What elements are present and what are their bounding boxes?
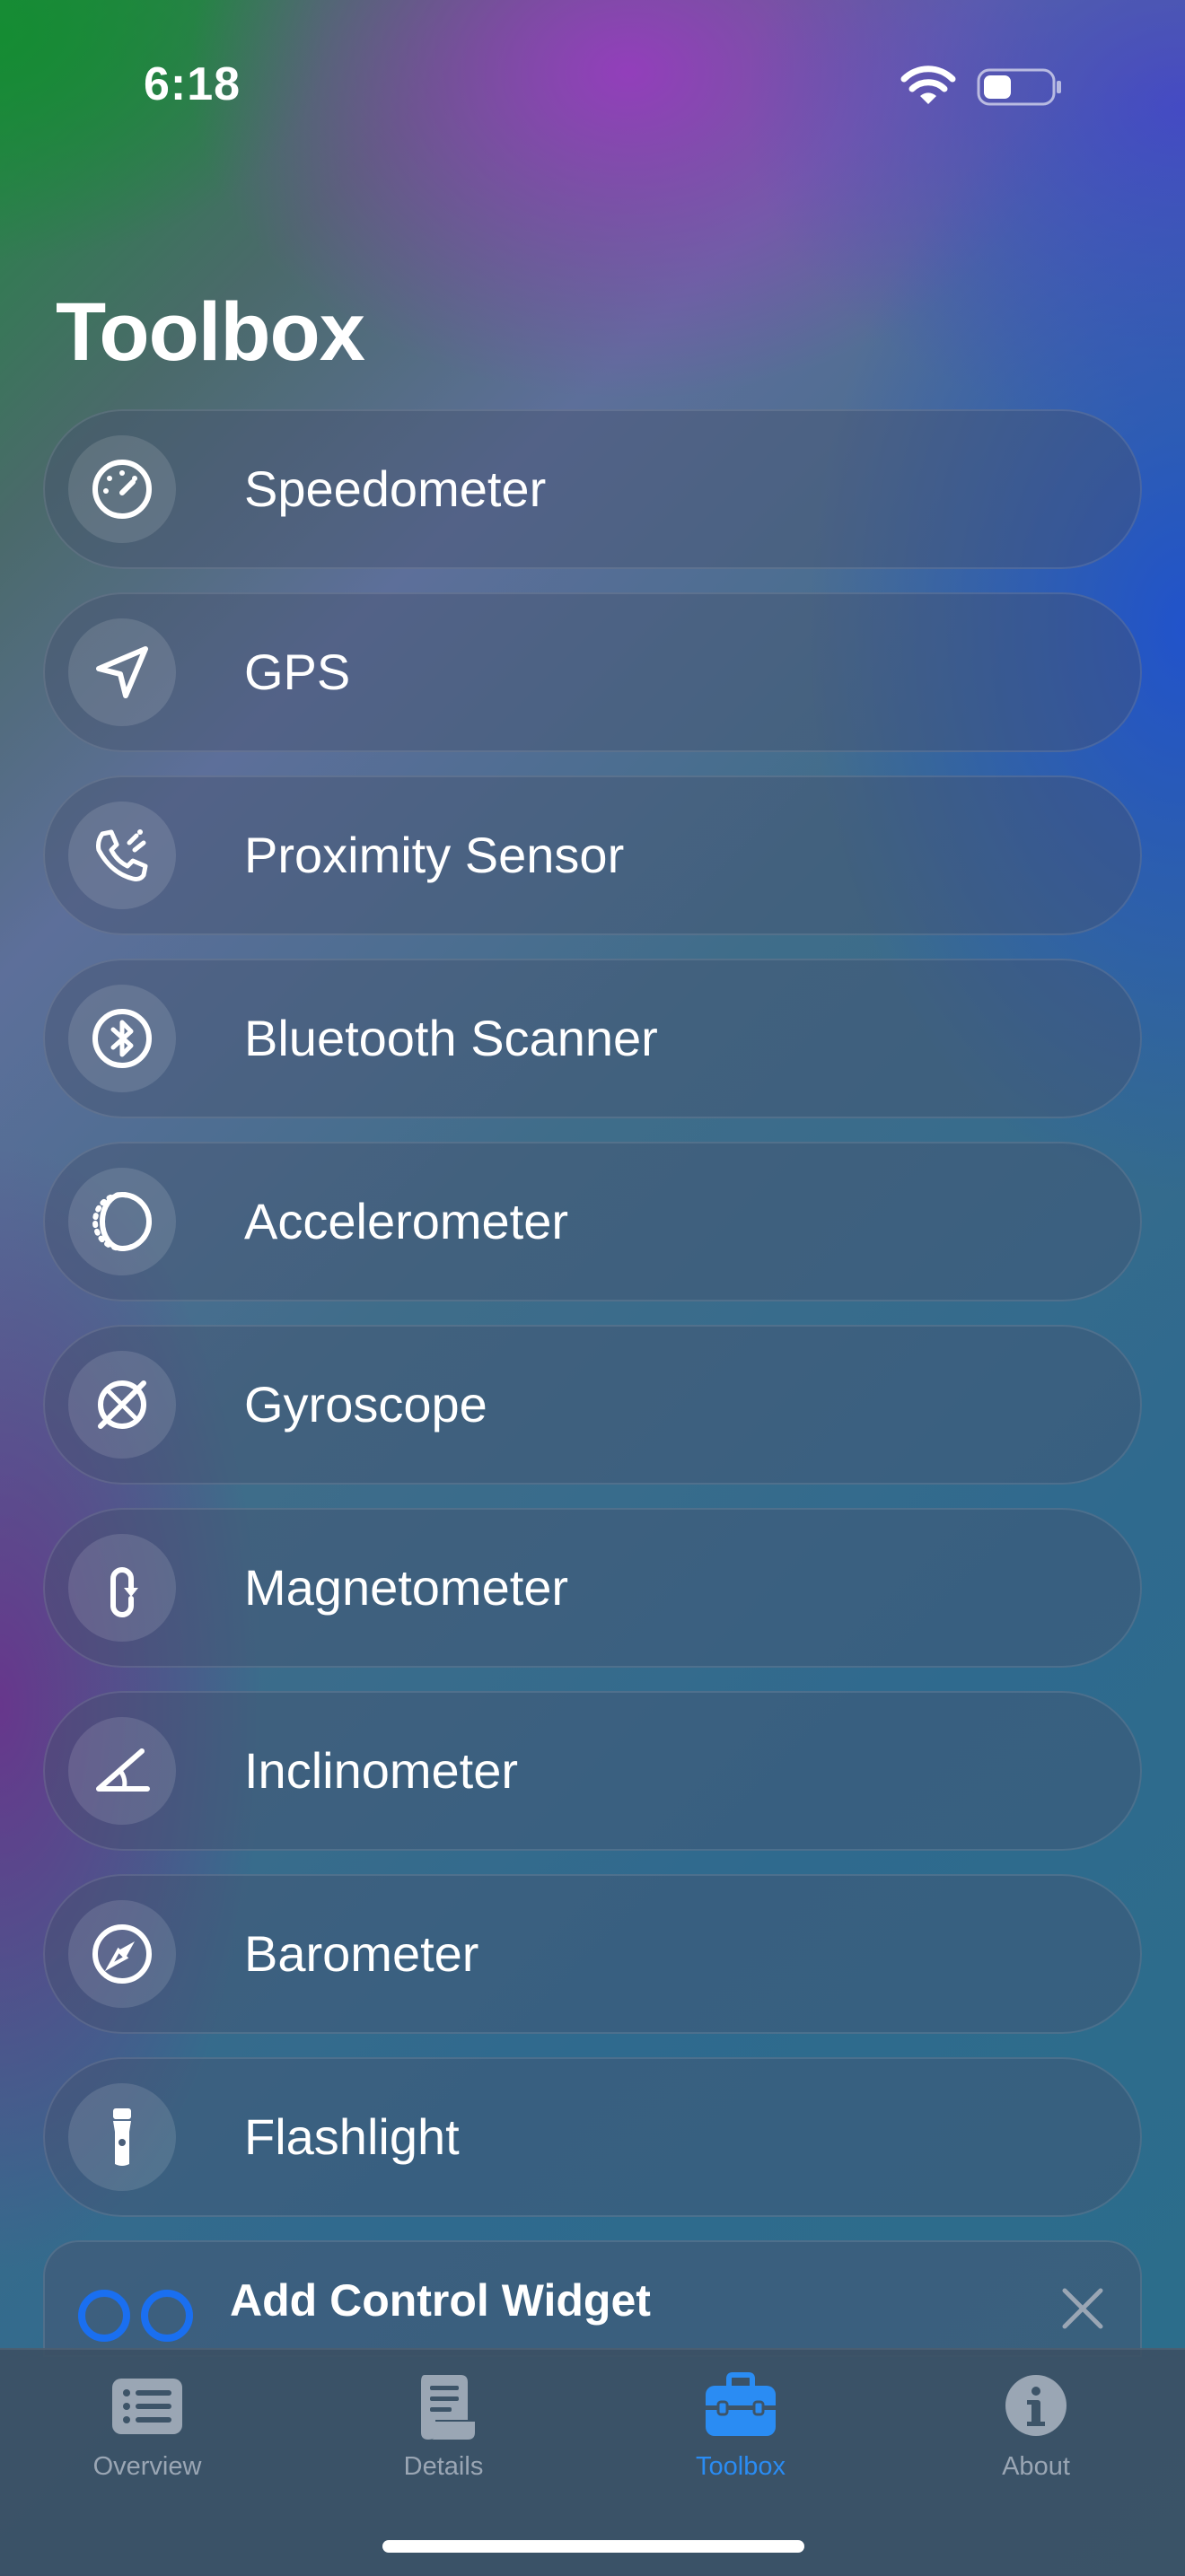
home-indicator[interactable] (382, 2540, 804, 2553)
flashlight-icon (68, 2083, 176, 2191)
add-control-widget-banner[interactable]: Add Control Widget (43, 2240, 1142, 2357)
tool-label: Speedometer (244, 460, 547, 517)
tool-label: GPS (244, 644, 351, 700)
battery-icon (977, 68, 1061, 106)
speedometer-icon (68, 435, 176, 543)
tool-row-barometer[interactable]: Barometer (43, 1874, 1142, 2034)
tab-details[interactable]: Details (354, 2370, 533, 2495)
bluetooth-icon (68, 985, 176, 1092)
tool-row-accelerometer[interactable]: Accelerometer (43, 1142, 1142, 1301)
tool-row-gyroscope[interactable]: Gyroscope (43, 1325, 1142, 1485)
tab-toolbox[interactable]: Toolbox (651, 2370, 830, 2495)
rotate-arrow-icon (68, 1534, 176, 1642)
tab-label: Overview (92, 2452, 202, 2481)
close-icon[interactable] (1059, 2285, 1106, 2332)
tool-label: Accelerometer (244, 1193, 569, 1249)
tab-label: About (1002, 2452, 1070, 2481)
widget-banner-label: Add Control Widget (230, 2275, 651, 2326)
angle-icon (68, 1717, 176, 1825)
location-arrow-icon (68, 618, 176, 726)
scroll-icon (421, 2375, 475, 2440)
info-icon (1005, 2375, 1066, 2436)
tab-label: Toolbox (696, 2452, 786, 2481)
status-bar: 6:18 (0, 0, 1185, 162)
gyroscope-icon (68, 1351, 176, 1459)
tool-row-flashlight[interactable]: Flashlight (43, 2057, 1142, 2217)
tool-label: Barometer (244, 1925, 479, 1982)
tool-label: Magnetometer (244, 1559, 569, 1616)
dotted-circle-icon (68, 1168, 176, 1275)
page-title: Toolbox (56, 286, 365, 378)
tool-label: Flashlight (244, 2108, 460, 2165)
phone-waves-icon (68, 802, 176, 909)
status-time: 6:18 (144, 58, 241, 110)
tool-row-magnetometer[interactable]: Magnetometer (43, 1508, 1142, 1668)
toolbox-icon (706, 2372, 776, 2436)
tool-row-speedometer[interactable]: Speedometer (43, 409, 1142, 569)
tool-row-bluetooth-scanner[interactable]: Bluetooth Scanner (43, 959, 1142, 1118)
tool-label: Gyroscope (244, 1376, 487, 1433)
list-icon (112, 2379, 182, 2434)
tool-row-proximity-sensor[interactable]: Proximity Sensor (43, 775, 1142, 935)
control-widget-icon (78, 2290, 193, 2342)
tool-list: Speedometer GPS Proximity Sensor Bluetoo… (43, 409, 1142, 2240)
tool-label: Bluetooth Scanner (244, 1010, 658, 1066)
tab-overview[interactable]: Overview (57, 2370, 237, 2495)
tab-label: Details (403, 2452, 484, 2481)
tool-label: Proximity Sensor (244, 827, 625, 883)
tool-row-gps[interactable]: GPS (43, 592, 1142, 752)
tool-label: Inclinometer (244, 1742, 519, 1799)
wifi-icon (900, 66, 956, 104)
tool-row-inclinometer[interactable]: Inclinometer (43, 1691, 1142, 1851)
compass-icon (68, 1900, 176, 2008)
tab-about[interactable]: About (946, 2370, 1126, 2495)
